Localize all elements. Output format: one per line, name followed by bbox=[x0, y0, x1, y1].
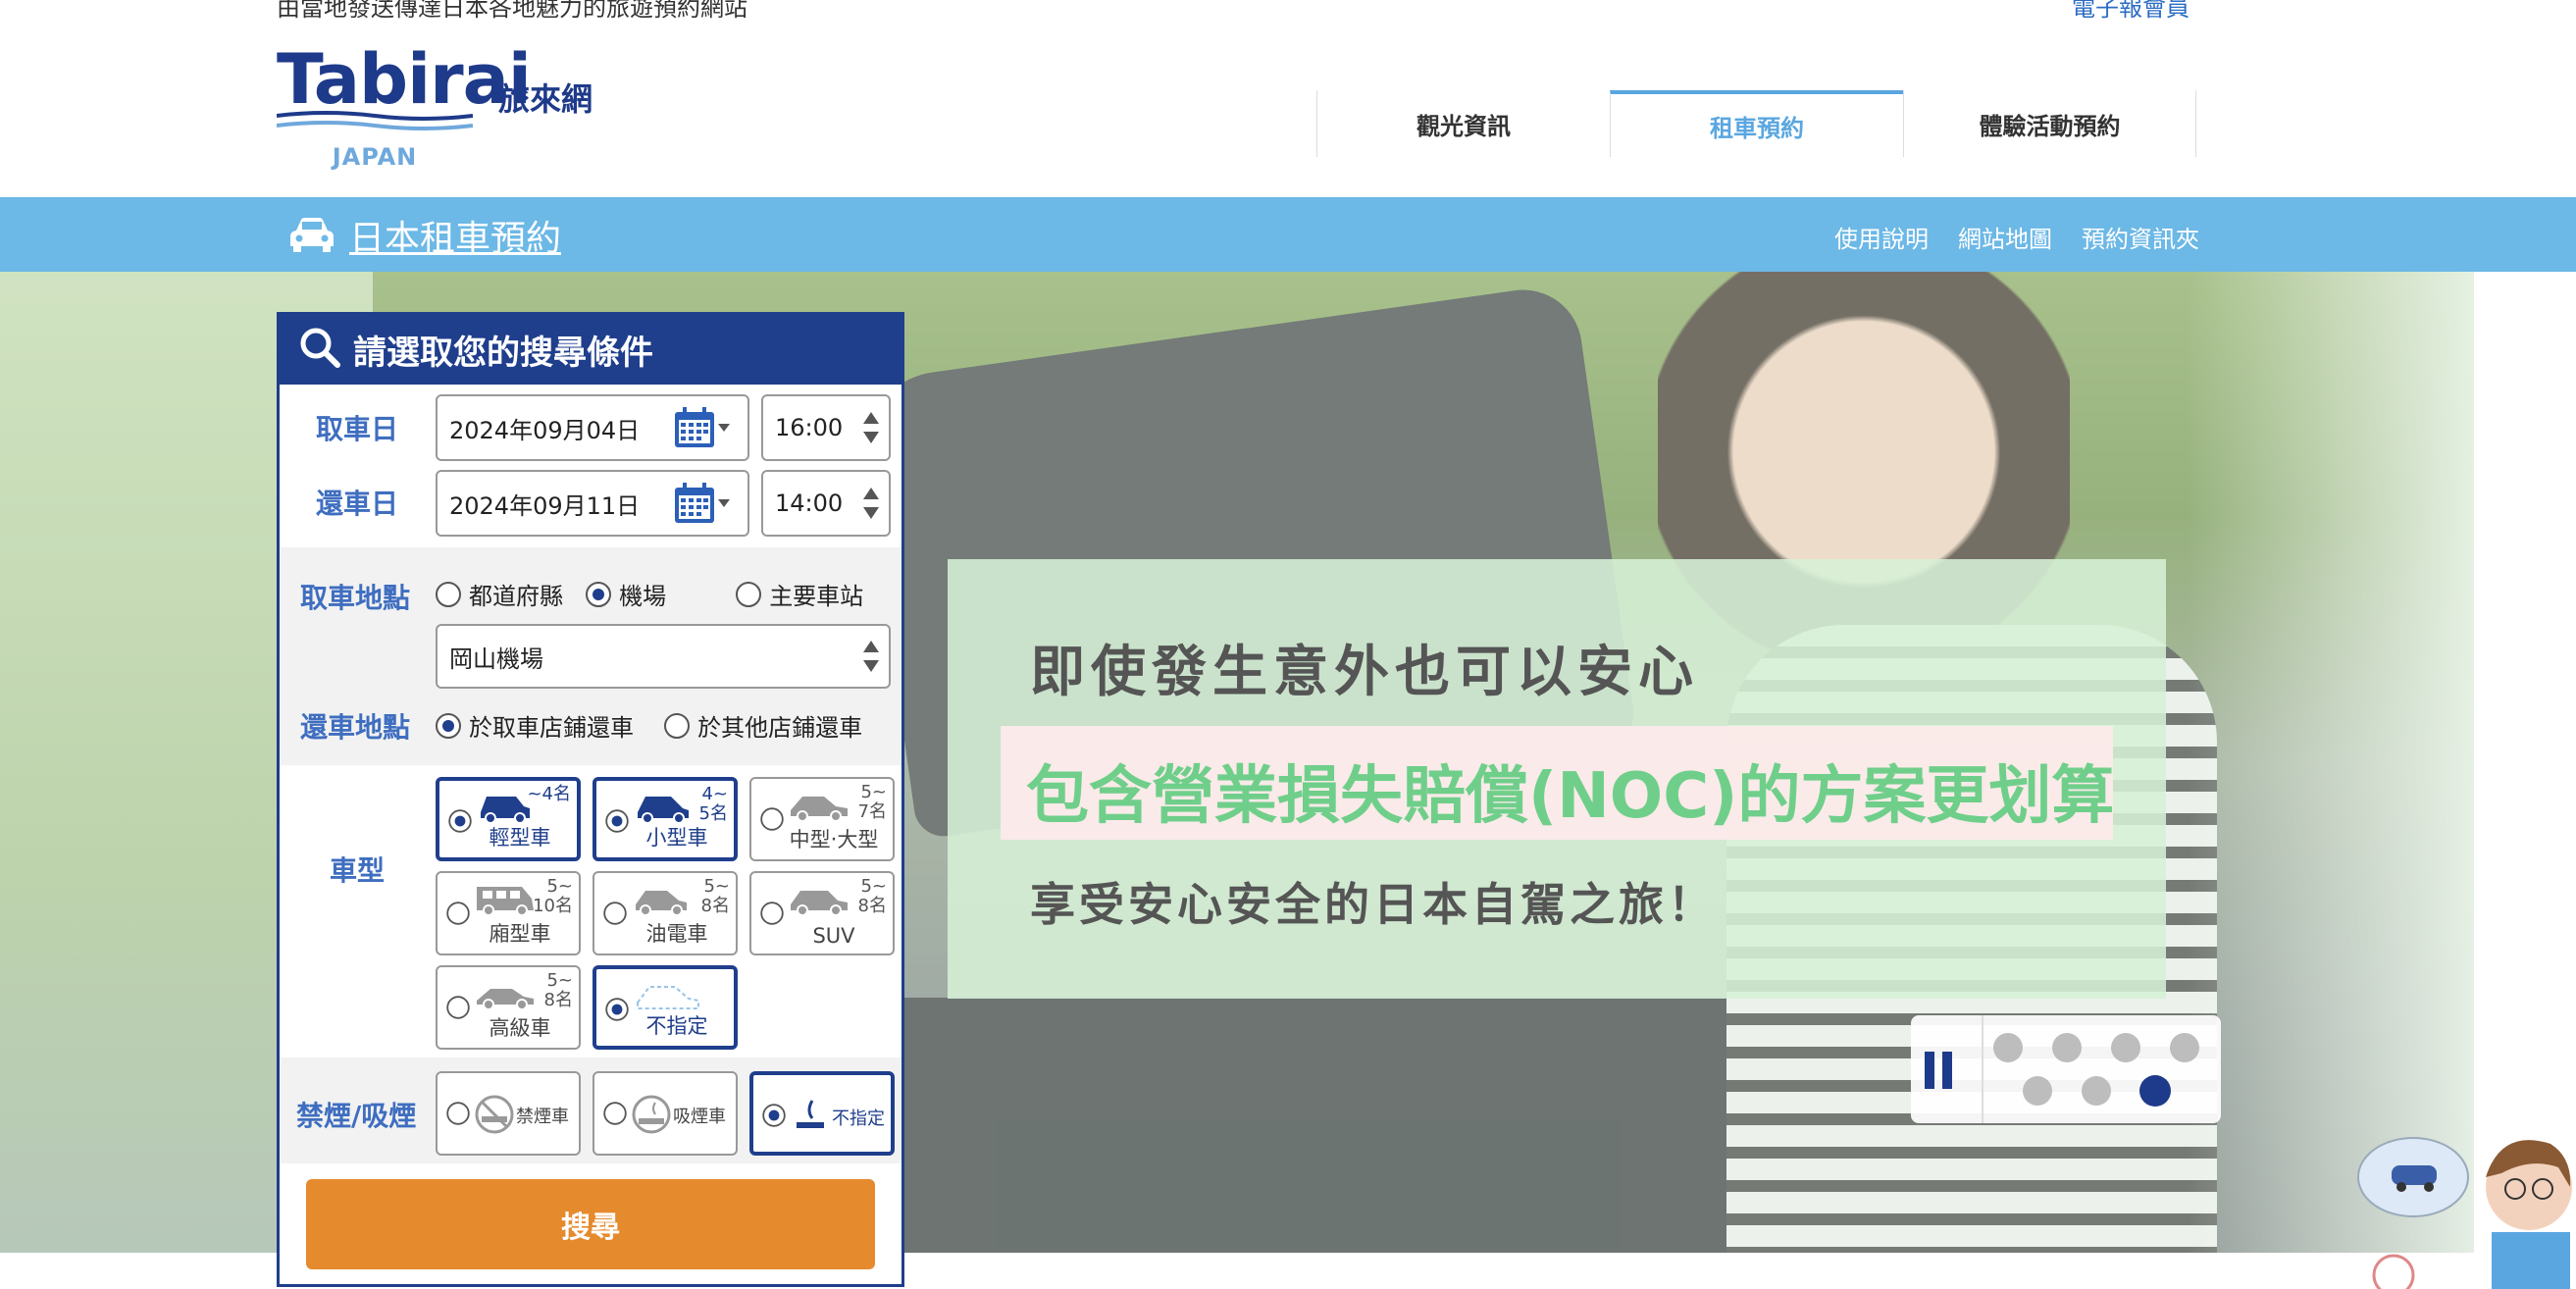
return-radio-same-store[interactable]: 於取車店鋪還車 bbox=[436, 708, 659, 743]
pickup-date-value: 2024年09月04日 bbox=[449, 416, 641, 444]
search-icon bbox=[300, 328, 340, 368]
tabirai-logo[interactable]: Tabirai JAPAN bbox=[277, 39, 532, 171]
logo-chinese-name: 旅來網 bbox=[498, 80, 593, 118]
nav-tab-car-rental[interactable]: 租車預約 bbox=[1610, 90, 1903, 157]
hybrid-car-icon bbox=[636, 891, 687, 916]
guide-link[interactable]: 使用說明 bbox=[1834, 220, 1929, 254]
car-type-label: 車型 bbox=[330, 854, 386, 887]
hero-line-1: 即使發生意外也可以安心 bbox=[1030, 641, 1699, 704]
return-date-value: 2024年09月11日 bbox=[449, 491, 641, 520]
sub-links: 使用說明 網站地圖 預約資訊夾 bbox=[1834, 220, 2199, 254]
place-type-radios: 都道府縣 機場 主要車站 bbox=[436, 577, 863, 611]
pickup-place-label: 取車地點 bbox=[300, 582, 411, 614]
return-place-label: 還車地點 bbox=[300, 711, 411, 744]
car-type-name: 不指定 bbox=[645, 1014, 708, 1038]
newsletter-member-link[interactable]: 電子報會員 bbox=[2072, 0, 2190, 23]
slider-pause-button[interactable] bbox=[1925, 1042, 1964, 1097]
calendar-icon[interactable] bbox=[673, 482, 732, 525]
car-type-compact[interactable]: 4~ 5名 小型車 bbox=[592, 777, 738, 861]
nav-tab-sightseeing[interactable]: 觀光資訊 bbox=[1316, 90, 1610, 157]
sitemap-link[interactable]: 網站地圖 bbox=[1958, 220, 2052, 254]
car-type-name: SUV bbox=[812, 924, 855, 948]
logo-wordmark: Tabirai bbox=[277, 39, 532, 120]
return-radio-other-store[interactable]: 於其他店鋪還車 bbox=[664, 708, 862, 743]
place-radio-airport[interactable]: 機場 bbox=[586, 577, 731, 611]
smoking-any[interactable]: 不指定 bbox=[749, 1071, 895, 1156]
spinner-arrows-icon bbox=[863, 412, 879, 443]
smoking-label: 禁煙/吸煙 bbox=[296, 1100, 417, 1132]
logo-wave-icon bbox=[277, 111, 473, 130]
no-smoking-icon bbox=[475, 1095, 514, 1134]
pickup-place-select[interactable]: 岡山機場 bbox=[436, 624, 891, 689]
car-type-name: 輕型車 bbox=[489, 826, 551, 850]
smoking-icon bbox=[632, 1095, 671, 1134]
car-type-name: 小型車 bbox=[645, 826, 708, 850]
car-type-midsize[interactable]: 5~ 7名 中型‧大型 bbox=[749, 777, 895, 861]
any-car-outline-icon bbox=[637, 986, 699, 1009]
place-radio-prefecture[interactable]: 都道府縣 bbox=[436, 577, 581, 611]
pickup-place-value: 岡山機場 bbox=[449, 644, 543, 673]
car-type-kei[interactable]: ~4名 輕型車 bbox=[436, 777, 581, 861]
luxury-car-icon bbox=[477, 989, 534, 1010]
nav-tab-activities[interactable]: 體驗活動預約 bbox=[1903, 90, 2196, 157]
hero-line-2: 包含營業損失賠償(NOC)的方案更划算 bbox=[1026, 760, 2115, 833]
calendar-icon[interactable] bbox=[673, 406, 732, 449]
car-type-van[interactable]: 5~ 10名 廂型車 bbox=[436, 871, 581, 955]
car-type-suv[interactable]: 5~ 8名 SUV bbox=[749, 871, 895, 955]
car-type-name: 廂型車 bbox=[489, 922, 551, 946]
help-assistant-icon[interactable] bbox=[2354, 1118, 2576, 1289]
suv-icon bbox=[791, 891, 848, 916]
smoking-non-smoking[interactable]: 禁煙車 bbox=[436, 1071, 581, 1156]
pickup-date-label: 取車日 bbox=[316, 413, 399, 445]
return-place-radios: 於取車店鋪還車 於其他店鋪還車 bbox=[436, 708, 862, 743]
cigarette-any-icon bbox=[797, 1100, 824, 1128]
logo-japan-label: JAPAN bbox=[332, 143, 418, 171]
car-type-hybrid[interactable]: 5~ 8名 油電車 bbox=[592, 871, 738, 955]
search-button[interactable]: 搜尋 bbox=[306, 1179, 875, 1269]
return-date-label: 還車日 bbox=[316, 488, 399, 520]
booking-folder-link[interactable]: 預約資訊夾 bbox=[2082, 220, 2199, 254]
slide-dot-6[interactable] bbox=[2082, 1076, 2111, 1106]
car-type-any[interactable]: 不指定 bbox=[592, 965, 738, 1050]
slide-dot-1[interactable] bbox=[1993, 1033, 2023, 1062]
page-title-link[interactable]: 日本租車預約 bbox=[349, 210, 561, 261]
pickup-time-value: 16:00 bbox=[775, 414, 844, 441]
main-nav: 觀光資訊 租車預約 體驗活動預約 bbox=[1316, 90, 2196, 159]
hero-line-3: 享受安心安全的日本自駕之旅！ bbox=[1030, 878, 1717, 931]
place-radio-station[interactable]: 主要車站 bbox=[736, 577, 863, 611]
slide-dot-7[interactable] bbox=[2139, 1075, 2171, 1107]
compact-car-icon bbox=[638, 797, 689, 824]
car-icon bbox=[290, 218, 334, 252]
car-type-name: 高級車 bbox=[489, 1016, 551, 1040]
site-tagline: 由當地發送傳達日本各地魅力的旅遊預約網站 bbox=[277, 0, 747, 22]
search-panel-title: 請選取您的搜尋條件 bbox=[353, 334, 653, 373]
car-type-name: 油電車 bbox=[645, 922, 708, 946]
van-icon bbox=[477, 887, 534, 916]
smoking-smoking[interactable]: 吸煙車 bbox=[592, 1071, 738, 1156]
kei-car-icon bbox=[481, 797, 530, 824]
midsize-car-icon bbox=[791, 797, 848, 822]
slide-dot-4[interactable] bbox=[2170, 1033, 2199, 1062]
spinner-arrows-icon bbox=[863, 641, 879, 672]
return-time-value: 14:00 bbox=[775, 490, 844, 517]
slide-dot-2[interactable] bbox=[2052, 1033, 2082, 1062]
car-type-luxury[interactable]: 5~ 8名 高級車 bbox=[436, 965, 581, 1050]
slide-dot-3[interactable] bbox=[2111, 1033, 2140, 1062]
spinner-arrows-icon bbox=[863, 488, 879, 519]
slide-dot-5[interactable] bbox=[2023, 1076, 2052, 1106]
car-type-name: 中型‧大型 bbox=[789, 828, 879, 851]
